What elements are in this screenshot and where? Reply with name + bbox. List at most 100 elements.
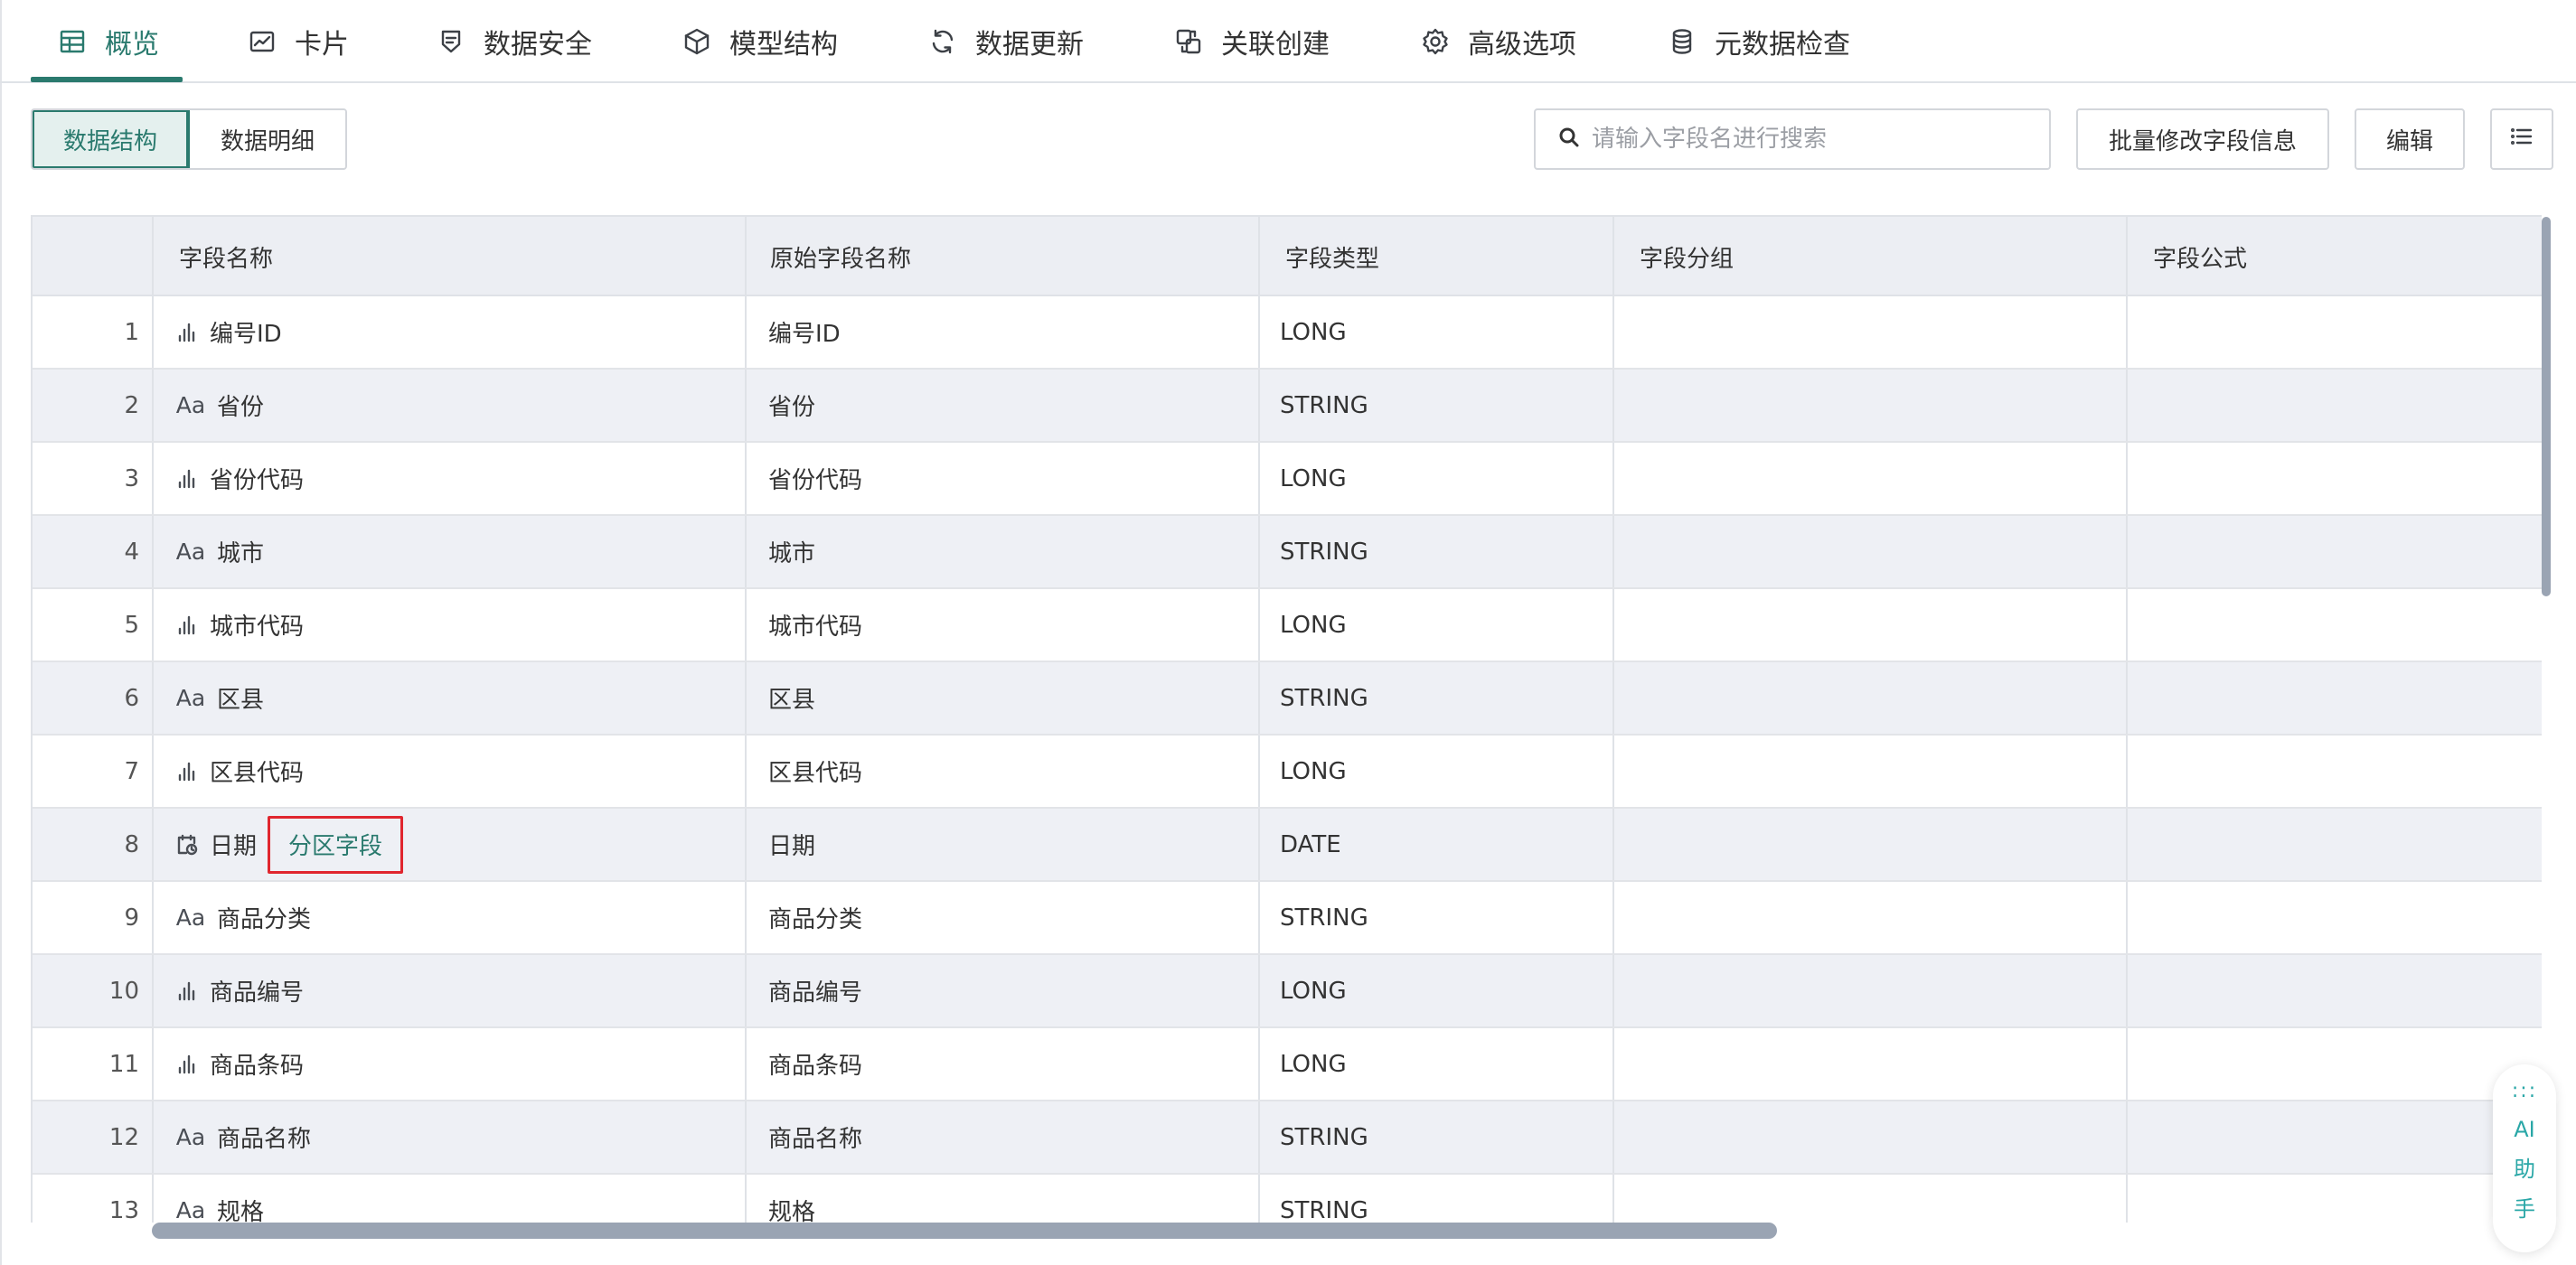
table-row[interactable]: 1 编号ID 编号ID LONG (33, 296, 2542, 370)
active-tab-indicator (31, 77, 183, 82)
field-type: DATE (1280, 830, 1341, 858)
text-icon: Aa (175, 392, 206, 418)
measure-icon (174, 465, 201, 492)
original-field-name: 省份代码 (768, 467, 863, 494)
field-type-cell: LONG (1260, 443, 1614, 514)
tab-label: 元数据检查 (1715, 29, 1850, 61)
vertical-scrollbar[interactable] (2542, 217, 2551, 596)
table-row[interactable]: 9 Aa 商品分类 商品分类 STRING (33, 882, 2542, 955)
measure-icon (174, 1051, 201, 1078)
shield-icon (435, 25, 467, 58)
table-row[interactable]: 3 省份代码 省份代码 LONG (33, 443, 2542, 516)
tab-card[interactable]: 卡片 (246, 0, 349, 83)
field-name: 省份 (217, 394, 265, 421)
original-name-cell: 省份 (747, 370, 1260, 441)
original-name-cell: 区县代码 (747, 736, 1260, 807)
row-index: 7 (124, 757, 139, 785)
row-index: 6 (124, 684, 139, 712)
field-name-cell: 商品编号 (154, 955, 747, 1026)
original-field-name: 城市代码 (768, 614, 863, 641)
tab-data-security[interactable]: 数据安全 (435, 0, 592, 83)
table-row[interactable]: 6 Aa 区县 区县 STRING (33, 662, 2542, 736)
field-type-cell: STRING (1260, 662, 1614, 734)
field-table: 字段名称 原始字段名称 字段类型 字段分组 字段公式 1 编号ID 编号ID LONG… (31, 215, 2542, 1223)
field-type: LONG (1280, 464, 1347, 492)
tab-label: 卡片 (295, 29, 349, 61)
measure-icon (174, 319, 201, 346)
original-field-name: 商品条码 (768, 1053, 863, 1080)
data-structure-button[interactable]: 数据结构 (33, 110, 190, 168)
row-index-cell: 11 (33, 1028, 154, 1100)
field-type-cell: DATE (1260, 809, 1614, 880)
field-type-cell: LONG (1260, 955, 1614, 1026)
field-name: 城市代码 (210, 614, 305, 641)
refresh-icon (926, 25, 959, 58)
field-name: 日期 (210, 833, 258, 860)
original-field-name: 商品分类 (768, 906, 863, 933)
tab-data-update[interactable]: 数据更新 (926, 0, 1084, 83)
field-name: 区县代码 (210, 760, 305, 787)
field-name: 商品分类 (217, 906, 312, 933)
row-index: 11 (108, 1050, 139, 1078)
tab-model-structure[interactable]: 模型结构 (681, 0, 838, 83)
field-name: 规格 (217, 1199, 265, 1223)
database-icon (1666, 25, 1698, 58)
table-row[interactable]: 11 商品条码 商品条码 LONG (33, 1028, 2542, 1101)
field-type-cell: STRING (1260, 1175, 1614, 1223)
field-group-cell (1614, 443, 2128, 514)
search-input[interactable] (1592, 126, 2026, 153)
field-group-cell (1614, 662, 2128, 734)
row-index: 10 (108, 977, 139, 1005)
table-icon (56, 25, 89, 58)
field-group-cell (1614, 809, 2128, 880)
original-field-name: 商品名称 (768, 1126, 863, 1153)
edit-button[interactable]: 编辑 (2355, 108, 2465, 170)
list-menu-button[interactable] (2490, 108, 2553, 170)
field-formula-cell (2128, 882, 2542, 953)
data-detail-button[interactable]: 数据明细 (190, 110, 345, 168)
tab-overview[interactable]: 概览 (56, 0, 159, 83)
table-row[interactable]: 8 日期 分区字段 日期 DATE (33, 809, 2542, 882)
field-search[interactable] (1534, 108, 2051, 170)
row-index: 12 (108, 1123, 139, 1151)
table-row[interactable]: 13 Aa 规格 规格 STRING (33, 1175, 2542, 1223)
field-type: STRING (1280, 1196, 1368, 1223)
table-row[interactable]: 12 Aa 商品名称 商品名称 STRING (33, 1101, 2542, 1175)
table-row[interactable]: 5 城市代码 城市代码 LONG (33, 589, 2542, 662)
table-row[interactable]: 7 区县代码 区县代码 LONG (33, 736, 2542, 809)
field-type: LONG (1280, 611, 1347, 639)
partition-field-tag[interactable]: 分区字段 (268, 815, 404, 874)
original-field-name: 编号ID (768, 321, 841, 348)
field-type: LONG (1280, 977, 1347, 1005)
horizontal-scrollbar[interactable] (152, 1223, 1777, 1239)
field-formula-cell (2128, 1028, 2542, 1100)
row-index: 5 (124, 611, 139, 639)
text-icon: Aa (175, 685, 206, 711)
measure-icon (174, 978, 201, 1005)
field-type: STRING (1280, 684, 1368, 712)
ai-assistant-button[interactable]: ::: AI助手 (2493, 1064, 2556, 1252)
table-row[interactable]: 4 Aa 城市 城市 STRING (33, 516, 2542, 589)
field-formula-cell (2128, 662, 2542, 734)
tab-label: 关联创建 (1221, 29, 1330, 61)
left-border (0, 0, 2, 1265)
tab-advanced-options[interactable]: 高级选项 (1419, 0, 1576, 83)
row-index-cell: 1 (33, 296, 154, 368)
batch-edit-fields-button[interactable]: 批量修改字段信息 (2076, 108, 2329, 170)
table-header: 字段名称 原始字段名称 字段类型 字段分组 字段公式 (33, 217, 2542, 296)
field-type: STRING (1280, 538, 1368, 566)
tab-relation-create[interactable]: 关联创建 (1172, 0, 1330, 83)
field-name-cell: Aa 省份 (154, 370, 747, 441)
original-name-cell: 规格 (747, 1175, 1260, 1223)
field-formula-cell (2128, 296, 2542, 368)
table-row[interactable]: 10 商品编号 商品编号 LONG (33, 955, 2542, 1028)
original-name-cell: 省份代码 (747, 443, 1260, 514)
table-row[interactable]: 2 Aa 省份 省份 STRING (33, 370, 2542, 443)
field-group-cell (1614, 882, 2128, 953)
original-name-cell: 商品分类 (747, 882, 1260, 953)
original-field-name: 区县代码 (768, 760, 863, 787)
tab-metadata-check[interactable]: 元数据检查 (1666, 0, 1850, 83)
field-name: 区县 (217, 687, 265, 714)
field-type-cell: STRING (1260, 1101, 1614, 1173)
field-formula-cell (2128, 1175, 2542, 1223)
